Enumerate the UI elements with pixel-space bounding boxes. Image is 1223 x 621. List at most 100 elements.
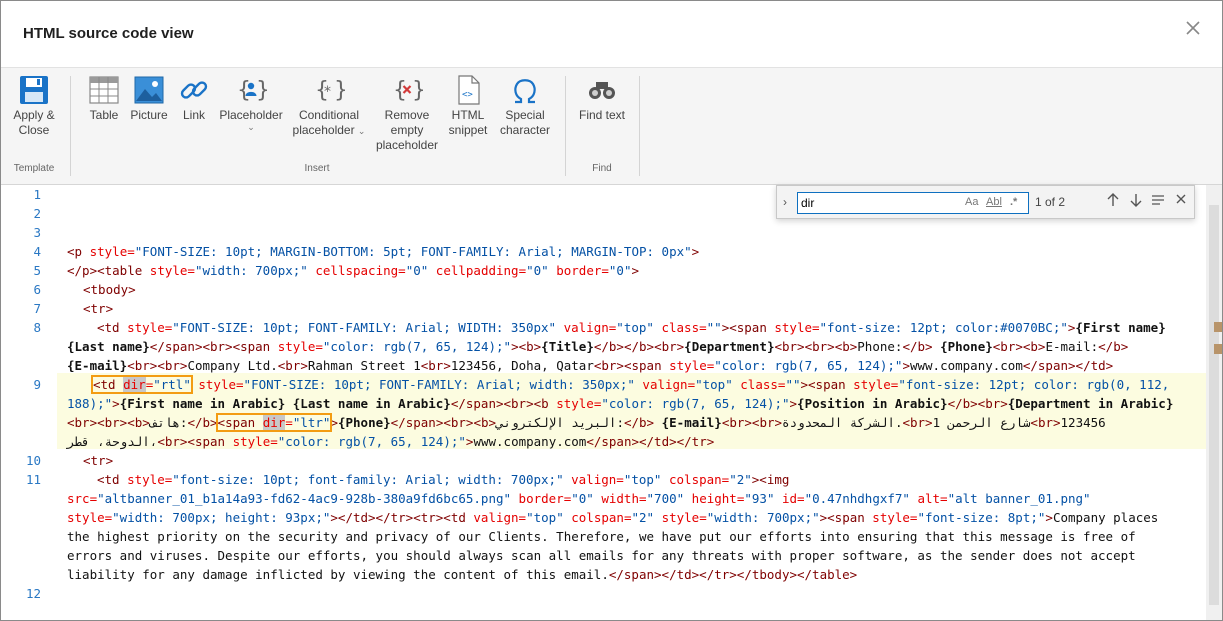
code-tag: <br>	[1030, 415, 1061, 430]
code-tag: <td	[93, 377, 124, 392]
line-number: 9	[33, 377, 41, 392]
code-text: www.company.com	[909, 358, 1023, 373]
placeholder-button[interactable]: { } Placeholder ⌄	[217, 74, 285, 132]
code-tag: <td	[97, 472, 120, 487]
code-tag: >	[631, 263, 640, 278]
arrow-down-icon[interactable]	[1130, 193, 1142, 210]
code-text: {E-mail}	[654, 415, 722, 430]
code-tag: <br><br>	[127, 358, 188, 373]
search-match: dir	[262, 415, 286, 430]
dialog-title: HTML source code view	[23, 25, 194, 42]
html-snippet-label-2: snippet	[448, 123, 488, 137]
code-attr: class=	[732, 377, 786, 392]
match-whole-word-toggle[interactable]: Abl	[986, 196, 1002, 208]
conditional-placeholder-icon: { } *	[291, 74, 367, 106]
code-attr: colspan=	[661, 472, 730, 487]
ribbon-group-template: Apply & Close Template	[1, 68, 67, 186]
code-text: الشركة المحدودة.	[782, 415, 903, 430]
code-text: {Title}	[541, 339, 594, 354]
scrollbar-thumb[interactable]	[1209, 205, 1219, 605]
code-tag: </span><br><b>	[390, 415, 497, 430]
code-value: "color: rgb(7, 65, 124);"	[714, 358, 903, 373]
code-text: the highest priority on the security and…	[67, 529, 1136, 544]
ribbon-separator	[70, 76, 71, 176]
code-value: "font-size: 12pt; color: rgb(0, 112,	[898, 377, 1170, 392]
picture-label: Picture	[130, 108, 168, 122]
code-text: Company places	[1052, 510, 1159, 525]
code-attr: =	[285, 415, 293, 430]
code-attr: valign=	[556, 320, 617, 335]
table-button[interactable]: Table	[84, 74, 124, 123]
ribbon-separator	[639, 76, 640, 176]
code-value: "FONT-SIZE: 10pt; FONT-FAMILY: Arial; wi…	[243, 377, 635, 392]
find-input[interactable]	[801, 194, 951, 212]
close-icon[interactable]	[1184, 19, 1202, 37]
code-tag: <tr>	[83, 453, 114, 468]
line-number: 7	[33, 301, 41, 316]
code-value: "alt banner_01.png"	[947, 491, 1091, 506]
line-number: 10	[25, 453, 41, 468]
conditional-placeholder-button[interactable]: { } * Conditional placeholder ⌄	[291, 74, 367, 139]
code-tag: <br><span	[157, 434, 226, 449]
match-case-toggle[interactable]: Aa	[965, 196, 978, 208]
apply-close-label-2: Close	[18, 123, 50, 137]
special-char-label-2: character	[499, 123, 551, 137]
line-number: 12	[25, 586, 41, 601]
link-button[interactable]: Link	[173, 74, 215, 123]
code-line-11-wrap-2: style="width: 700px; height: 93px;"></td…	[67, 510, 1158, 525]
code-tag: <table	[97, 263, 143, 278]
code-editor[interactable]: 1 2 3 4 5 6 7 8 9 10 11 12 <p style="FON…	[1, 185, 1222, 620]
code-tag: <br>	[902, 415, 933, 430]
remove-empty-label-2: empty	[390, 123, 424, 137]
code-tag: </b></b><br>	[593, 339, 685, 354]
code-text: هاتف:	[149, 415, 188, 430]
code-value: "width: 700px; height: 93px;"	[112, 510, 331, 525]
code-tag: ></td></tr><tr><td	[330, 510, 466, 525]
code-value: "font-size: 8pt;"	[917, 510, 1046, 525]
code-value: "color: rgb(7, 65, 124);"	[322, 339, 512, 354]
html-snippet-button[interactable]: <> HTML snippet	[444, 74, 492, 138]
code-value: "2"	[729, 472, 752, 487]
code-value: "2"	[631, 510, 655, 525]
toggle-replace-chevron-icon[interactable]: ›	[783, 195, 787, 209]
code-line-11-wrap-1: src="altbanner_01_b1a14a93-fd62-4ac9-928…	[67, 491, 1091, 506]
code-value: "700"	[646, 491, 685, 506]
code-line-10: <tr>	[83, 453, 113, 468]
apply-close-button[interactable]: Apply & Close	[7, 74, 61, 138]
special-character-button[interactable]: Special character	[495, 74, 555, 138]
find-widget: › Aa Abl .* 1 of 2	[776, 185, 1195, 219]
code-text: {Department}	[684, 339, 775, 354]
code-tag: ><span	[819, 510, 865, 525]
picture-button[interactable]: Picture	[127, 74, 171, 123]
code-value: "font-size: 12pt; color:#0070BC;"	[819, 320, 1068, 335]
close-find-icon[interactable]	[1175, 193, 1187, 208]
editor-scrollbar[interactable]	[1206, 185, 1222, 620]
find-in-selection-icon[interactable]	[1151, 193, 1165, 210]
remove-empty-placeholder-button[interactable]: { } Remove empty placeholder	[373, 74, 441, 153]
code-tag: >	[691, 244, 700, 259]
arrow-up-icon[interactable]	[1107, 193, 1119, 210]
code-tag: >	[330, 415, 338, 430]
code-value: "width: 700px;"	[706, 510, 820, 525]
line-number: 1	[33, 187, 41, 202]
regex-toggle[interactable]: .*	[1010, 196, 1017, 208]
code-value: ""	[785, 377, 801, 392]
group-label-insert: Insert	[304, 163, 330, 174]
code-tag: <br>	[420, 358, 451, 373]
code-value: "width: 700px;"	[194, 263, 308, 278]
ribbon-separator	[565, 76, 566, 176]
code-tag: </b>	[187, 415, 218, 430]
code-text: {Position in Arabic}	[797, 396, 948, 411]
code-tag: <tr>	[83, 301, 114, 316]
conditional-label-2-text: placeholder	[292, 123, 355, 137]
code-line-9-wrap-2: <br><br><b>هاتف:</b><span dir="ltr">{Pho…	[67, 413, 1106, 432]
find-text-button[interactable]: Find text	[574, 74, 630, 123]
code-value: 188);"	[67, 396, 113, 411]
search-match-box: <span dir="ltr"	[215, 413, 333, 432]
code-line-9-wrap-1: 188);">{First name in Arabic} {Last name…	[67, 396, 1173, 411]
code-tag: <br><br><b>	[67, 415, 150, 430]
table-icon	[84, 74, 124, 106]
code-tag: >	[902, 358, 910, 373]
code-attr: valign=	[465, 510, 527, 525]
svg-text:*: *	[324, 84, 331, 100]
